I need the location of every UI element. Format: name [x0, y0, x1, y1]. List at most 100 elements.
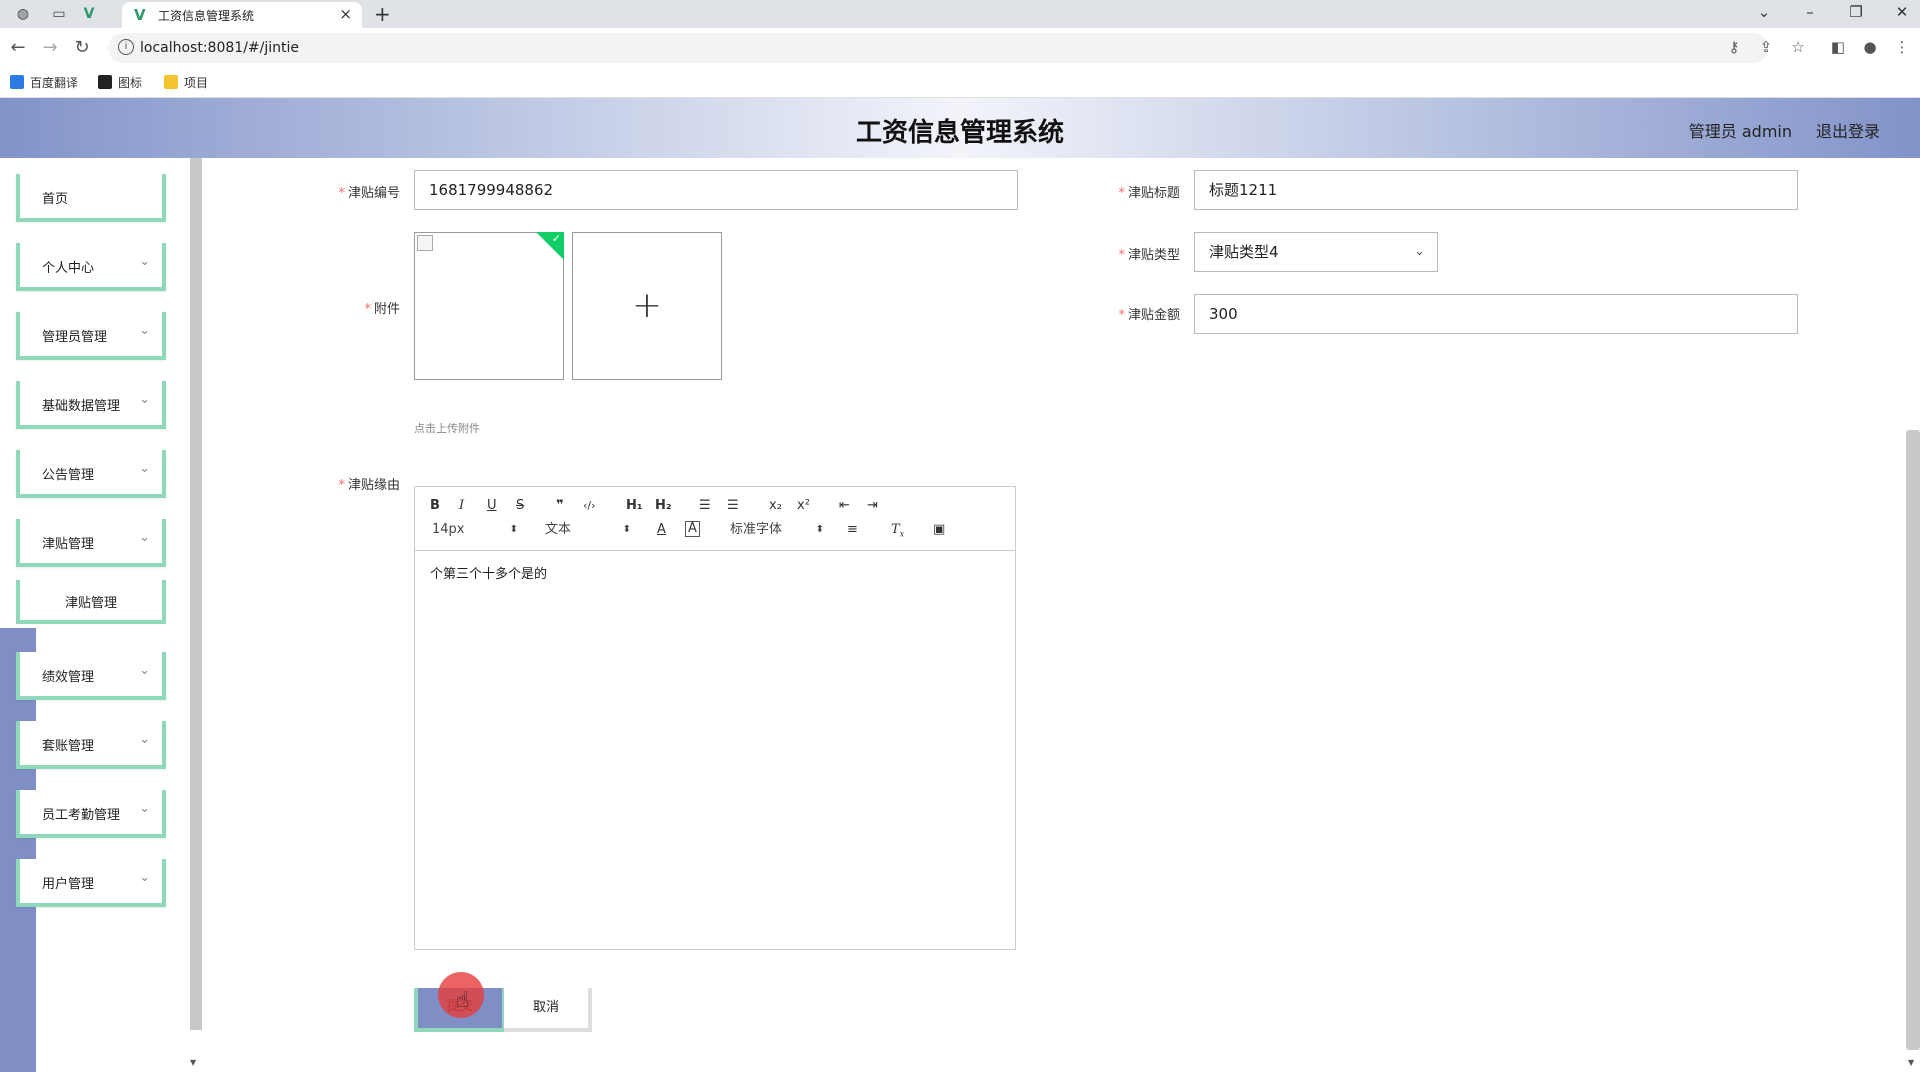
chevron-down-icon: ⌄	[1414, 244, 1425, 259]
sidebar-item-attendance[interactable]: 员工考勤管理 ⌄	[16, 790, 166, 838]
new-tab-icon[interactable]: +	[374, 2, 391, 26]
vue-tab-icon[interactable]: V	[80, 5, 98, 23]
app-header: 工资信息管理系统 管理员 admin 退出登录	[0, 98, 1920, 158]
background-color-icon[interactable]: A	[685, 521, 700, 537]
sidebar-item-account-set[interactable]: 套账管理 ⌄	[16, 721, 166, 769]
font-color-icon[interactable]: A	[657, 521, 666, 539]
indent-icon[interactable]: ⇥	[867, 497, 878, 515]
type-select[interactable]: 津贴类型4 ⌄	[1194, 232, 1438, 272]
chevron-down-icon: ⌄	[139, 530, 150, 545]
sidebar: 首页 个人中心 ⌄ 管理员管理 ⌄ 基础数据管理 ⌄ 公告管理 ⌄ 津贴管理 ⌄ 津贴管理…	[0, 158, 190, 1072]
amount-label: * 津贴金额	[1118, 308, 1180, 323]
blockquote-icon[interactable]: ❞	[556, 497, 564, 515]
vue-logo-icon: V	[134, 6, 146, 24]
cancel-button[interactable]: 取消	[504, 988, 592, 1032]
block-format-select[interactable]: 文本 ⬍	[545, 521, 631, 539]
sidebar-item-home[interactable]: 首页	[16, 174, 166, 222]
chevron-down-icon: ⌄	[139, 392, 150, 407]
sidebar-item-users[interactable]: 用户管理 ⌄	[16, 859, 166, 907]
form-area: * 津贴编号 1681799948862 * 津贴标题 标题1211 * 附件 ✓ +…	[202, 158, 1902, 1072]
url-text: localhost:8081/#/jintie	[140, 40, 299, 56]
chevron-down-icon: ⌄	[139, 254, 150, 269]
scroll-down-arrow-icon[interactable]: ▼	[1908, 1058, 1914, 1067]
folder-icon	[164, 75, 178, 89]
bold-icon[interactable]: B	[430, 497, 440, 515]
uploaded-attachment[interactable]: ✓	[414, 232, 564, 380]
amount-input[interactable]: 300	[1194, 294, 1798, 334]
sidebar-scrollbar[interactable]	[190, 158, 202, 1030]
chevron-down-icon: ⌄	[139, 323, 150, 338]
share-icon[interactable]: ⇪	[1756, 38, 1776, 56]
align-icon[interactable]: ≡	[847, 521, 858, 539]
strikethrough-icon[interactable]: S	[516, 497, 524, 515]
chevron-down-icon: ⌄	[139, 870, 150, 885]
info-icon[interactable]: i	[118, 39, 134, 55]
tab-placeholder-icon[interactable]: ▭	[50, 5, 68, 23]
superscript-icon[interactable]: x²	[797, 497, 810, 515]
subscript-icon[interactable]: x₂	[769, 497, 782, 515]
underline-icon[interactable]: U	[487, 497, 497, 515]
minimize-icon[interactable]: –	[1800, 3, 1820, 21]
sidebar-item-notice[interactable]: 公告管理 ⌄	[16, 450, 166, 498]
forward-icon[interactable]: →	[40, 37, 60, 58]
current-user: 管理员 admin	[1688, 122, 1792, 141]
number-input[interactable]: 1681799948862	[414, 170, 1018, 210]
editor-toolbar: B I U S ❞ ‹/› H₁ H₂ ☰ ☰ x₂ x² ⇤ ⇥ 14px ⬍ …	[415, 487, 1015, 551]
italic-icon[interactable]: I	[459, 497, 464, 515]
profile-icon[interactable]: ●	[1860, 38, 1880, 56]
scroll-down-arrow-icon[interactable]: ▼	[190, 1058, 196, 1067]
bullet-list-icon[interactable]: ☰	[727, 497, 739, 515]
tab-search-icon[interactable]: ⌄	[1754, 3, 1774, 21]
sidebar-subitem-allowance[interactable]: 津贴管理	[16, 580, 166, 624]
reload-icon[interactable]: ↻	[72, 37, 92, 58]
back-icon[interactable]: ←	[8, 37, 28, 58]
globe-icon[interactable]: ◍	[14, 5, 32, 23]
rich-text-editor[interactable]: B I U S ❞ ‹/› H₁ H₂ ☰ ☰ x₂ x² ⇤ ⇥ 14px ⬍ …	[414, 486, 1016, 950]
sidebar-item-performance[interactable]: 绩效管理 ⌄	[16, 652, 166, 700]
hand-cursor-icon: ☝	[456, 988, 470, 1013]
app-title: 工资信息管理系统	[855, 118, 1064, 148]
ordered-list-icon[interactable]: ☰	[699, 497, 711, 515]
reason-label: * 津贴缘由	[338, 478, 400, 493]
sidebar-item-personal-center[interactable]: 个人中心 ⌄	[16, 243, 166, 291]
broken-image-icon	[417, 235, 433, 251]
font-size-select[interactable]: 14px ⬍	[432, 521, 518, 539]
close-window-icon[interactable]: ✕	[1892, 3, 1912, 21]
address-bar: ← → ↻ i localhost:8081/#/jintie ⚷ ⇪ ☆ ◧ …	[0, 28, 1920, 68]
sidebar-item-admin[interactable]: 管理员管理 ⌄	[16, 312, 166, 360]
insert-image-icon[interactable]: ▣	[933, 521, 945, 539]
star-icon[interactable]: ☆	[1788, 38, 1808, 56]
code-block-icon[interactable]: ‹/›	[583, 497, 596, 515]
heading1-icon[interactable]: H₁	[626, 497, 643, 515]
outdent-icon[interactable]: ⇤	[839, 497, 850, 515]
main-scrollbar[interactable]	[1906, 430, 1920, 1050]
key-icon[interactable]: ⚷	[1724, 38, 1744, 56]
browser-tab-active[interactable]: V 工资信息管理系统 ×	[122, 2, 362, 28]
sort-arrows-icon: ⬍	[509, 524, 518, 535]
title-input[interactable]: 标题1211	[1194, 170, 1798, 210]
upload-add-button[interactable]: +	[572, 232, 722, 380]
url-input[interactable]: i localhost:8081/#/jintie	[108, 33, 1768, 63]
clear-format-icon[interactable]: Tx	[891, 521, 904, 539]
logout-link[interactable]: 退出登录	[1816, 118, 1880, 142]
tab-title: 工资信息管理系统	[158, 9, 255, 23]
heading2-icon[interactable]: H₂	[655, 497, 672, 515]
title-label: * 津贴标题	[1118, 186, 1180, 201]
bookmark-baidu-translate[interactable]: 百度翻译	[10, 74, 78, 92]
chevron-down-icon: ⌄	[139, 461, 150, 476]
close-tab-icon[interactable]: ×	[339, 5, 352, 23]
font-family-select[interactable]: 标准字体 ⬍	[730, 521, 824, 539]
more-menu-icon[interactable]: ⋮	[1892, 38, 1912, 56]
sidebar-item-basic-data[interactable]: 基础数据管理 ⌄	[16, 381, 166, 429]
bookmark-project[interactable]: 项目	[164, 74, 208, 92]
type-label: * 津贴类型	[1118, 248, 1180, 263]
translate-icon	[10, 75, 24, 89]
sort-arrows-icon: ⬍	[815, 524, 824, 535]
sidepanel-icon[interactable]: ◧	[1828, 38, 1848, 56]
bookmark-icons[interactable]: 图标	[98, 74, 142, 92]
sidebar-item-allowance[interactable]: 津贴管理 ⌄	[16, 519, 166, 567]
restore-icon[interactable]: ❐	[1846, 3, 1866, 21]
editor-content[interactable]: 个第三个十多个是的	[430, 563, 547, 582]
image-icon	[98, 75, 112, 89]
sort-arrows-icon: ⬍	[622, 524, 631, 535]
